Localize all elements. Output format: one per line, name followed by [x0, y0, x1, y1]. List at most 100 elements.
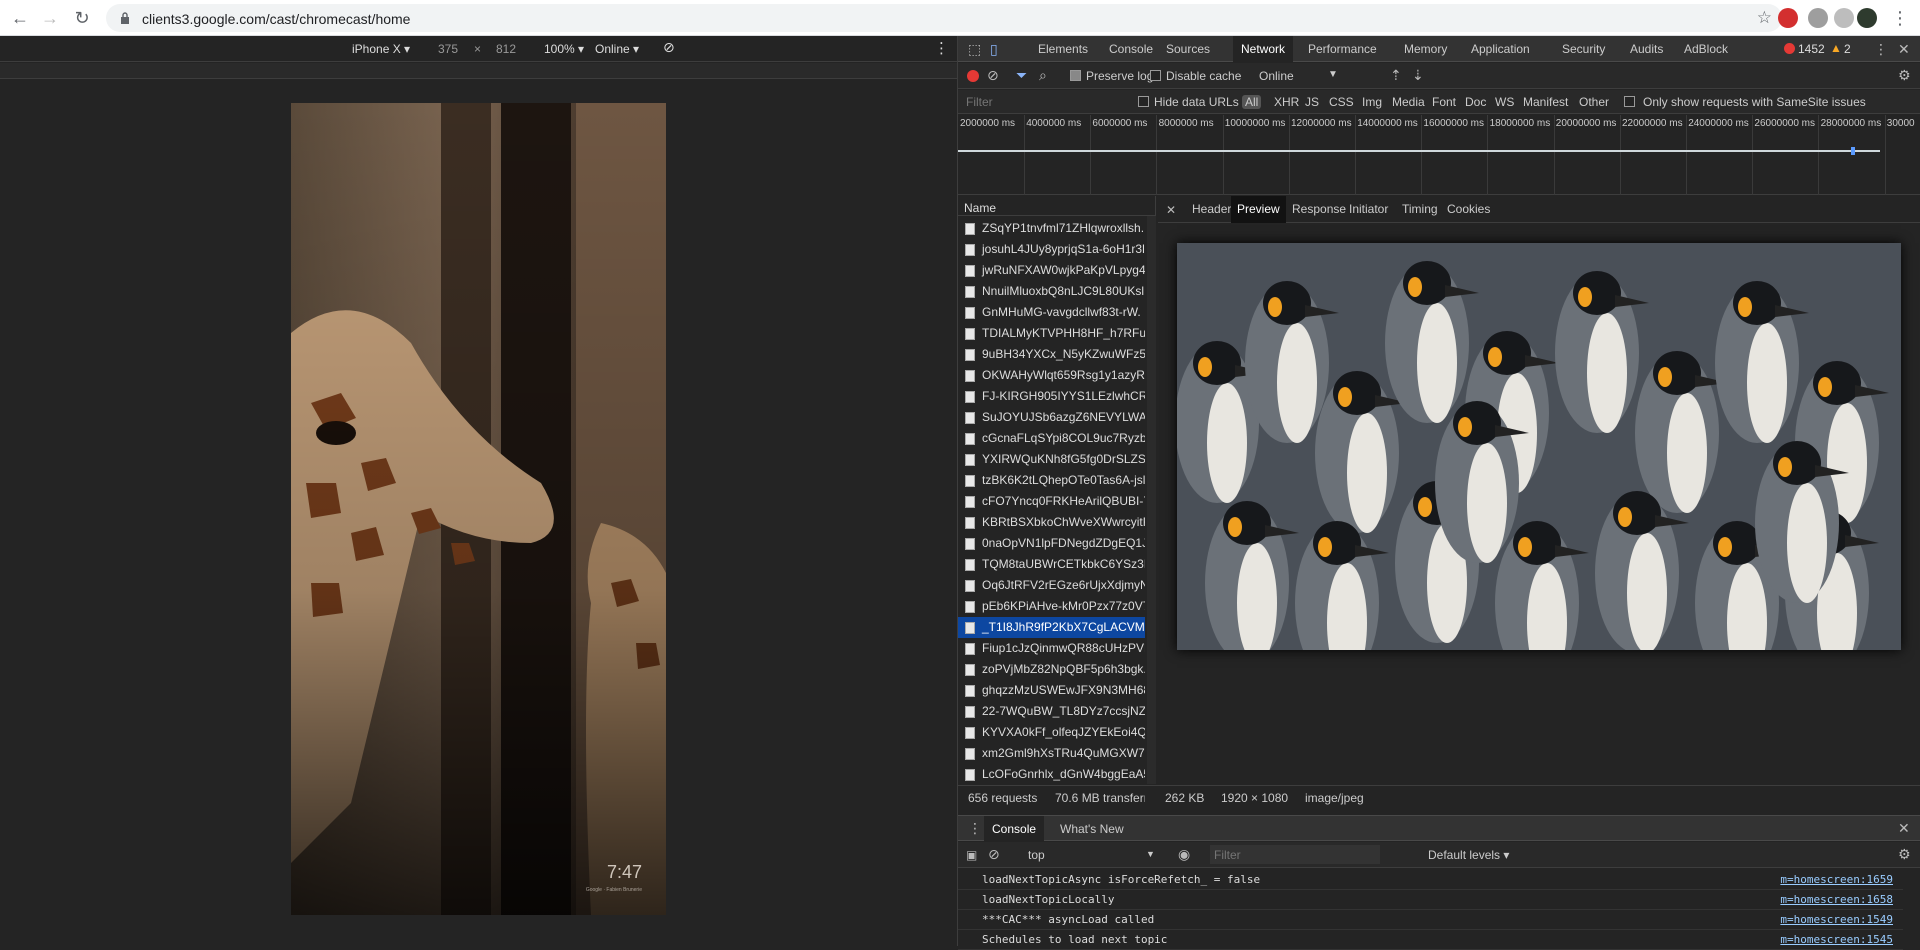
adblock-extension-icon[interactable] [1778, 8, 1798, 28]
console-filter-input[interactable] [1210, 845, 1380, 864]
inspect-icon[interactable]: ⬚ [968, 41, 981, 57]
request-row[interactable]: KYVXA0kFf_olfeqJZYEkEoi4Q... [958, 722, 1145, 743]
tab-application[interactable]: Application [1465, 36, 1536, 62]
tab-cookies[interactable]: Cookies [1441, 196, 1496, 223]
type-css[interactable]: CSS [1329, 95, 1354, 109]
request-row[interactable]: SuJOYUJSb6azgZ6NEVYLWAx.. [958, 407, 1145, 428]
type-font[interactable]: Font [1432, 95, 1456, 109]
request-row[interactable]: tzBK6K2tLQhepOTe0Tas6A-jsl.. [958, 470, 1145, 491]
request-row[interactable]: LcOFoGnrhlx_dGnW4bggEaA5 [958, 764, 1145, 785]
request-row[interactable]: KBRtBSXbkoChWveXWwrcyitF. [958, 512, 1145, 533]
height-input[interactable]: 812 [496, 42, 516, 56]
request-row[interactable]: cFO7Yncq0FRKHeArilQBUBI-7. [958, 491, 1145, 512]
request-row[interactable]: josuhL4JUy8yprjqS1a-6oH1r3l. [958, 239, 1145, 260]
star-icon[interactable]: ☆ [1757, 8, 1772, 28]
request-row[interactable]: ZSqYP1tnvfml71ZHlqwroxllsh... [958, 218, 1145, 239]
clear-console-icon[interactable]: ⊘ [988, 846, 1000, 862]
name-column-header[interactable]: Name [958, 196, 1156, 216]
close-icon[interactable]: ✕ [1898, 820, 1910, 836]
back-icon[interactable]: ← [10, 8, 30, 28]
request-row[interactable]: zoPVjMbZ82NpQBF5p6h3bgk. [958, 659, 1145, 680]
log-source-link[interactable]: m=homescreen:1659 [1780, 873, 1893, 886]
filter-icon[interactable]: ⏷ [1016, 67, 1027, 83]
drawer-tab-console[interactable]: Console [984, 816, 1045, 842]
throttle-select[interactable]: Online ▾ [595, 42, 639, 56]
warning-count[interactable]: 2 [1844, 42, 1851, 56]
request-row[interactable]: YXIRWQuKNh8fG5fg0DrSLZS... [958, 449, 1145, 470]
tab-preview[interactable]: Preview [1231, 196, 1286, 223]
request-row[interactable]: TQM8taUBWrCETkbkC6YSz3F. [958, 554, 1145, 575]
tab-console[interactable]: Console [1103, 36, 1159, 62]
device-toggle-icon[interactable]: ▯ [990, 41, 998, 57]
chevron-down-icon[interactable]: ▼ [1328, 69, 1338, 80]
gear-icon[interactable]: ⚙ [1898, 846, 1911, 862]
error-count[interactable]: 1452 [1798, 42, 1825, 56]
search-icon[interactable]: ⌕ [1039, 67, 1047, 83]
type-other[interactable]: Other [1579, 95, 1609, 109]
menu-icon[interactable]: ⋮ [1890, 8, 1910, 28]
filter-input[interactable] [962, 92, 1122, 111]
request-row[interactable]: GnMHuMG-vavgdcllwf83t-rW. [958, 302, 1145, 323]
request-row[interactable]: cGcnaFLqSYpi8COL9uc7Ryzb... [958, 428, 1145, 449]
request-row[interactable]: TDIALMyKTVPHH8HF_h7RFu7. [958, 323, 1145, 344]
context-select[interactable]: top [1028, 848, 1045, 862]
scrollbar[interactable] [1147, 216, 1156, 784]
devtools-menu-icon[interactable]: ⋮ [1874, 41, 1888, 57]
tab-memory[interactable]: Memory [1398, 36, 1453, 62]
address-bar[interactable]: clients3.google.com/cast/chromecast/home… [106, 4, 1782, 32]
rotate-icon[interactable]: ⊘ [663, 39, 675, 56]
tab-adblock[interactable]: AdBlock [1678, 36, 1734, 62]
extension-icon[interactable] [1808, 8, 1828, 28]
clear-icon[interactable]: ⊘ [987, 67, 999, 83]
chevron-down-icon[interactable]: ▼ [1146, 849, 1155, 859]
throttle-select[interactable]: Online [1259, 69, 1294, 83]
request-row[interactable]: ghqzzMzUSWEwJFX9N3MH68 [958, 680, 1145, 701]
request-row[interactable]: _T1I8JhR9fP2KbX7CgLACVMn.. [958, 617, 1145, 638]
tab-performance[interactable]: Performance [1302, 36, 1383, 62]
extension-icon[interactable] [1834, 8, 1854, 28]
width-input[interactable]: 375 [438, 42, 458, 56]
media-query-bar[interactable] [0, 63, 957, 79]
request-row[interactable]: 9uBH34YXCx_N5yKZwuWFz5P [958, 344, 1145, 365]
tab-sources[interactable]: Sources [1160, 36, 1216, 62]
forward-icon[interactable]: → [40, 8, 60, 28]
tab-security[interactable]: Security [1556, 36, 1611, 62]
log-source-link[interactable]: m=homescreen:1658 [1780, 893, 1893, 906]
type-js[interactable]: JS [1305, 95, 1319, 109]
drawer-menu-icon[interactable]: ⋮ [968, 820, 982, 836]
gear-icon[interactable]: ⚙ [1898, 67, 1911, 83]
close-icon[interactable]: ✕ [1898, 41, 1910, 57]
request-row[interactable]: NnuilMluoxbQ8nLJC9L80UKsl. [958, 281, 1145, 302]
request-row[interactable]: 0naOpVN1lpFDNegdZDgEQ1J [958, 533, 1145, 554]
log-source-link[interactable]: m=homescreen:1549 [1780, 913, 1893, 926]
type-media[interactable]: Media [1392, 95, 1425, 109]
type-all[interactable]: All [1242, 95, 1262, 109]
request-row[interactable]: pEb6KPiAHve-kMr0Pzx77z0V7 [958, 596, 1145, 617]
hide-data-urls-checkbox[interactable] [1138, 96, 1149, 107]
type-xhr[interactable]: XHR [1274, 95, 1299, 109]
type-manifest[interactable]: Manifest [1523, 95, 1568, 109]
tab-timing[interactable]: Timing [1396, 196, 1444, 223]
log-levels-select[interactable]: Default levels ▾ [1428, 848, 1509, 862]
eye-icon[interactable]: ◉ [1178, 846, 1190, 862]
request-row[interactable]: Fiup1cJzQinmwQR88cUHzPVL [958, 638, 1145, 659]
record-icon[interactable] [967, 70, 979, 82]
request-row[interactable]: Oq6JtRFV2rEGze6rUjxXdjmyN. [958, 575, 1145, 596]
close-icon[interactable]: ✕ [1166, 202, 1176, 218]
disable-cache-checkbox[interactable] [1150, 70, 1161, 81]
preserve-log-checkbox[interactable] [1070, 70, 1081, 81]
request-row[interactable]: 22-7WQuBW_TL8DYz7ccsjNZ.. [958, 701, 1145, 722]
tab-elements[interactable]: Elements [1032, 36, 1094, 62]
export-har-icon[interactable]: ⇣ [1412, 67, 1424, 83]
type-doc[interactable]: Doc [1465, 95, 1486, 109]
request-row[interactable]: OKWAHyWlqt659Rsg1y1azyRt [958, 365, 1145, 386]
request-row[interactable]: xm2Gml9hXsTRu4QuMGXW7.. [958, 743, 1145, 764]
avatar[interactable] [1857, 8, 1877, 28]
type-ws[interactable]: WS [1495, 95, 1514, 109]
type-img[interactable]: Img [1362, 95, 1382, 109]
tab-network[interactable]: Network [1233, 36, 1294, 62]
more-icon[interactable]: ⋮ [934, 39, 949, 57]
import-har-icon[interactable]: ⇡ [1390, 67, 1402, 83]
reload-icon[interactable]: ↻ [72, 8, 92, 28]
sidebar-toggle-icon[interactable]: ▣ [966, 847, 977, 863]
